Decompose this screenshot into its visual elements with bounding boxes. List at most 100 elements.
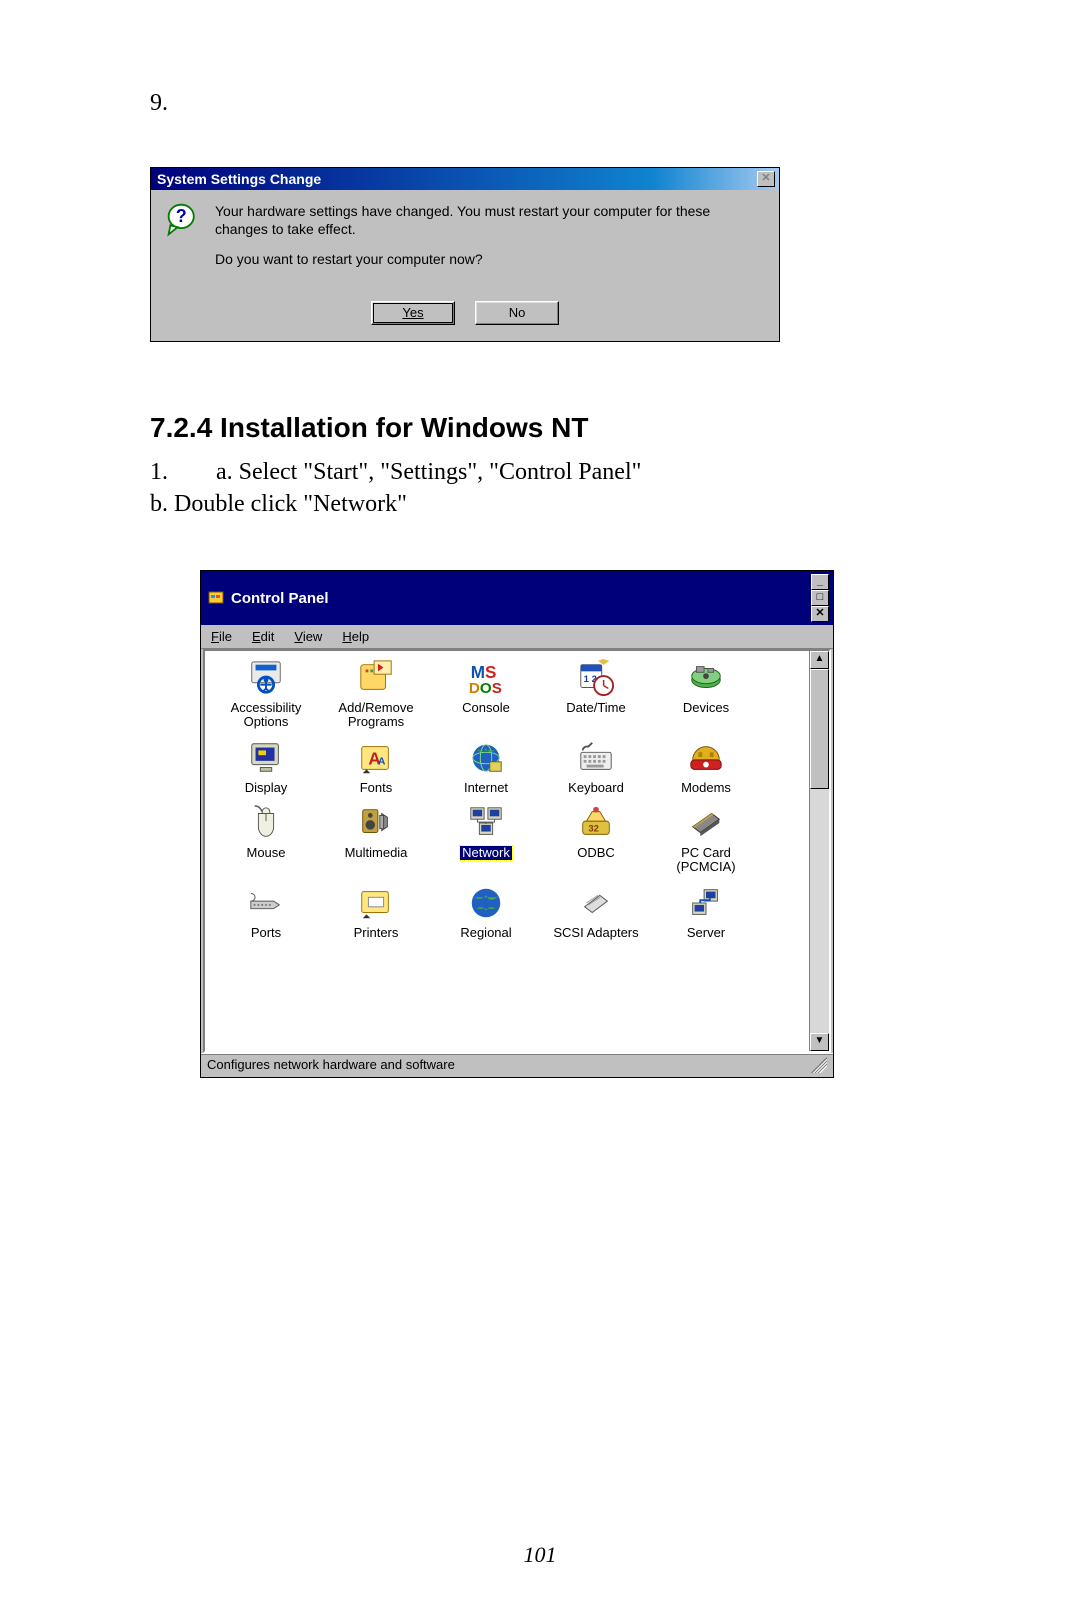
item-network[interactable]: Network xyxy=(433,804,539,873)
item-pc-card[interactable]: PC Card (PCMCIA) xyxy=(653,804,759,873)
dialog-titlebar: System Settings Change ✕ xyxy=(151,168,779,190)
svg-text:?: ? xyxy=(176,206,187,226)
step-1-number: 1. xyxy=(150,456,180,488)
item-label: Keyboard xyxy=(568,781,624,795)
scroll-down-icon[interactable]: ▼ xyxy=(810,1033,829,1051)
console-icon: MSDOS xyxy=(466,659,506,697)
step-1b-text: b. Double click "Network" xyxy=(150,488,930,520)
close-icon[interactable]: ✕ xyxy=(811,606,829,622)
item-label-selected: Network xyxy=(460,846,512,860)
pc-card-icon xyxy=(686,804,726,842)
item-mouse[interactable]: Mouse xyxy=(213,804,319,873)
item-label: Internet xyxy=(464,781,508,795)
item-date-time[interactable]: 1 2 Date/Time xyxy=(543,659,649,728)
question-icon: ? xyxy=(165,202,201,238)
mouse-icon xyxy=(246,804,286,842)
item-label: Server xyxy=(687,926,725,940)
item-modems[interactable]: Modems xyxy=(653,739,759,795)
minimize-icon[interactable]: _ xyxy=(811,574,829,590)
item-scsi-adapters[interactable]: SCSI Adapters xyxy=(543,884,649,940)
server-icon xyxy=(686,884,726,922)
display-icon xyxy=(246,739,286,777)
menu-file[interactable]: File xyxy=(211,629,232,644)
item-label: Modems xyxy=(681,781,731,795)
ports-icon xyxy=(246,884,286,922)
item-odbc[interactable]: 32 ODBC xyxy=(543,804,649,873)
item-display[interactable]: Display xyxy=(213,739,319,795)
item-label: Mouse xyxy=(246,846,285,860)
modems-icon xyxy=(686,739,726,777)
item-internet[interactable]: Internet xyxy=(433,739,539,795)
item-label: Fonts xyxy=(360,781,393,795)
item-label: Console xyxy=(462,701,510,715)
item-regional[interactable]: Regional xyxy=(433,884,539,940)
step-1a-text: a. Select "Start", "Settings", "Control … xyxy=(216,456,641,488)
yes-button[interactable]: Yes xyxy=(371,301,455,325)
item-label: PC Card (PCMCIA) xyxy=(656,846,756,873)
scroll-thumb[interactable] xyxy=(810,669,829,789)
item-label: Printers xyxy=(354,926,399,940)
item-accessibility-options[interactable]: Accessibility Options xyxy=(213,659,319,728)
printers-icon xyxy=(356,884,396,922)
scroll-track[interactable] xyxy=(810,669,829,1033)
item-fonts[interactable]: AA Fonts xyxy=(323,739,429,795)
item-keyboard[interactable]: Keyboard xyxy=(543,739,649,795)
item-multimedia[interactable]: Multimedia xyxy=(323,804,429,873)
control-panel-title-icon xyxy=(207,589,225,607)
item-label: Multimedia xyxy=(345,846,408,860)
item-label: Regional xyxy=(460,926,511,940)
odbc-icon: 32 xyxy=(576,804,616,842)
control-panel-titlebar: Control Panel _ □ ✕ xyxy=(201,571,833,625)
step-list: 1. a. Select "Start", "Settings", "Contr… xyxy=(150,456,930,521)
item-printers[interactable]: Printers xyxy=(323,884,429,940)
date-time-icon: 1 2 xyxy=(576,659,616,697)
svg-text:MS: MS xyxy=(471,663,497,682)
svg-text:DOS: DOS xyxy=(469,681,502,698)
vertical-scrollbar[interactable]: ▲ ▼ xyxy=(809,651,829,1051)
menu-help[interactable]: Help xyxy=(342,629,369,644)
item-label: Ports xyxy=(251,926,281,940)
control-panel-window: Control Panel _ □ ✕ File Edit View Help xyxy=(200,570,834,1078)
item-label: Display xyxy=(245,781,288,795)
dialog-message-2: Do you want to restart your computer now… xyxy=(215,250,765,268)
item-add-remove-programs[interactable]: Add/Remove Programs xyxy=(323,659,429,728)
item-label: Accessibility Options xyxy=(216,701,316,728)
control-panel-title: Control Panel xyxy=(231,590,329,607)
svg-text:A: A xyxy=(378,756,386,767)
status-text: Configures network hardware and software xyxy=(207,1057,455,1073)
item-ports[interactable]: Ports xyxy=(213,884,319,940)
scsi-icon xyxy=(576,884,616,922)
internet-icon xyxy=(466,739,506,777)
system-settings-change-dialog: System Settings Change ✕ ? Your hardware… xyxy=(150,167,780,342)
dialog-message-1: Your hardware settings have changed. You… xyxy=(215,202,765,238)
menu-bar: File Edit View Help xyxy=(201,625,833,649)
fonts-icon: AA xyxy=(356,739,396,777)
svg-text:32: 32 xyxy=(588,824,599,835)
menu-view[interactable]: View xyxy=(294,629,322,644)
network-icon xyxy=(466,804,506,842)
resize-grip-icon[interactable] xyxy=(811,1057,827,1073)
keyboard-icon xyxy=(576,739,616,777)
maximize-icon[interactable]: □ xyxy=(811,590,829,606)
scroll-up-icon[interactable]: ▲ xyxy=(810,651,829,669)
close-icon[interactable]: ✕ xyxy=(757,171,775,187)
accessibility-icon xyxy=(246,659,286,697)
item-devices[interactable]: Devices xyxy=(653,659,759,728)
devices-icon xyxy=(686,659,726,697)
item-label: Add/Remove Programs xyxy=(326,701,426,728)
yes-label: Yes xyxy=(402,305,423,320)
step-number: 9. xyxy=(150,90,930,117)
item-label: Devices xyxy=(683,701,729,715)
status-bar: Configures network hardware and software xyxy=(201,1053,833,1077)
no-button[interactable]: No xyxy=(475,301,559,325)
dialog-title: System Settings Change xyxy=(157,171,321,187)
multimedia-icon xyxy=(356,804,396,842)
item-label: Date/Time xyxy=(566,701,625,715)
no-label: No xyxy=(509,305,526,320)
page-number: 101 xyxy=(0,1542,1080,1568)
item-label: SCSI Adapters xyxy=(553,926,638,940)
item-server[interactable]: Server xyxy=(653,884,759,940)
menu-edit[interactable]: Edit xyxy=(252,629,274,644)
section-heading: 7.2.4 Installation for Windows NT xyxy=(150,412,930,444)
item-console[interactable]: MSDOS Console xyxy=(433,659,539,728)
